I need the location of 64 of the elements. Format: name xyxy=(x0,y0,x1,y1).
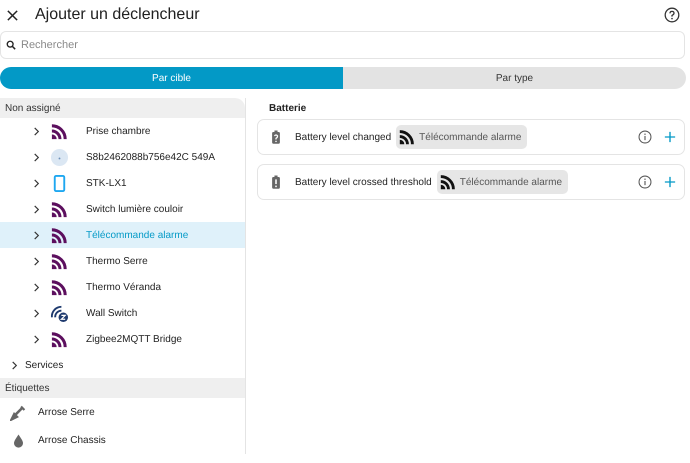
search-field[interactable]: Rechercher xyxy=(0,31,685,59)
device-label: Thermo Serre xyxy=(86,254,148,268)
chevron-right-icon[interactable] xyxy=(32,282,41,292)
signal-icon xyxy=(50,200,69,218)
trigger-card[interactable]: Battery level crossed threshold Télécommande alarme xyxy=(257,164,685,200)
device-row[interactable]: S8b2462088b756e42C 549A xyxy=(0,144,245,170)
chevron-right-icon[interactable] xyxy=(32,204,41,214)
device-row[interactable]: Prise chambre xyxy=(0,118,245,144)
trigger-label: Battery level crossed threshold xyxy=(295,176,432,190)
signal-icon xyxy=(438,173,457,191)
trigger-label: Battery level changed xyxy=(295,130,392,144)
device-row[interactable]: Thermo Serre xyxy=(0,248,245,274)
chevron-right-icon[interactable] xyxy=(32,334,41,344)
battery-alert-icon xyxy=(269,174,283,190)
device-label: STK-LX1 xyxy=(86,176,127,190)
info-icon[interactable] xyxy=(638,175,652,189)
chip-label: Télécommande alarme xyxy=(460,176,562,190)
section-header: Étiquettes xyxy=(0,378,245,398)
chevron-right-icon[interactable] xyxy=(32,152,41,162)
section-header: Non assigné xyxy=(0,98,245,118)
info-icon[interactable] xyxy=(638,130,652,144)
device-row[interactable]: STK-LX1 xyxy=(0,170,245,196)
chevron-right-icon[interactable] xyxy=(32,178,41,188)
chevron-right-icon[interactable] xyxy=(32,230,41,240)
device-row[interactable]: Switch lumière couloir xyxy=(0,196,245,222)
signal-icon xyxy=(50,252,69,270)
label-name: Arrose Serre xyxy=(38,406,95,420)
shovel-icon xyxy=(10,404,26,420)
label-row[interactable]: Arrose Chassis xyxy=(0,426,245,454)
battery-unknown-icon xyxy=(269,128,283,146)
device-label: Prise chambre xyxy=(86,124,150,138)
search-icon xyxy=(6,40,16,50)
trigger-card[interactable]: Battery level changed Télécommande alarme xyxy=(257,119,685,155)
close-icon[interactable] xyxy=(6,8,19,22)
device-label: S8b2462088b756e42C 549A xyxy=(86,150,216,164)
device-label: Zigbee2MQTT Bridge xyxy=(86,332,182,346)
chevron-right-icon[interactable] xyxy=(10,360,19,370)
signal-icon xyxy=(398,128,416,146)
add-icon[interactable] xyxy=(664,131,676,143)
help-icon[interactable] xyxy=(664,7,680,23)
device-row[interactable]: Thermo Véranda xyxy=(0,274,245,300)
device-row[interactable]: Zigbee2MQTT Bridge xyxy=(0,326,245,352)
section-heading: Batterie xyxy=(269,102,308,116)
device-label: Switch lumière couloir xyxy=(86,202,184,216)
add-icon[interactable] xyxy=(664,176,676,188)
signal-icon xyxy=(50,226,69,244)
device-label: Télécommande alarme xyxy=(86,228,188,242)
label-row[interactable]: Arrose Serre xyxy=(0,398,245,426)
services-row[interactable]: Services xyxy=(0,352,245,378)
wireless-icon xyxy=(50,304,69,322)
signal-icon xyxy=(50,122,69,140)
chevron-right-icon[interactable] xyxy=(32,126,41,136)
signal-icon xyxy=(50,330,69,348)
chevron-right-icon[interactable] xyxy=(32,256,41,266)
chip-label: Télécommande alarme xyxy=(419,130,522,144)
device-label: Thermo Véranda xyxy=(86,280,162,294)
signal-icon xyxy=(50,278,69,296)
device-row[interactable]: Wall Switch xyxy=(0,300,245,326)
device-circle-icon xyxy=(50,148,69,166)
label-name: Arrose Chassis xyxy=(38,434,106,448)
dialog-title: Ajouter un déclencheur xyxy=(35,5,200,25)
chevron-right-icon[interactable] xyxy=(32,308,41,318)
tab[interactable]: Par type xyxy=(343,67,686,89)
device-label: Wall Switch xyxy=(86,306,138,320)
